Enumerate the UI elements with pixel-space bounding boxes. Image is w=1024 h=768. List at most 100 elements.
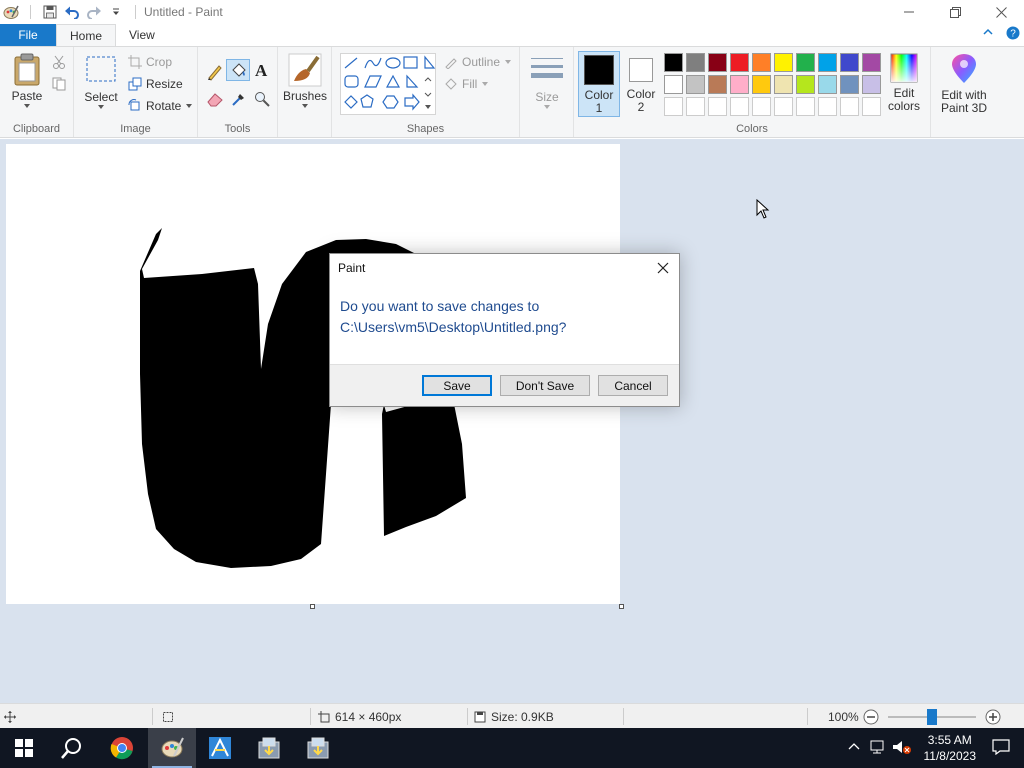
custom-color-slot[interactable] <box>840 97 859 116</box>
palette-color-swatch[interactable] <box>708 75 727 94</box>
edit-colors-label-line2: colors <box>887 99 920 113</box>
palette-color-swatch[interactable] <box>686 75 705 94</box>
tab-view[interactable]: View <box>116 24 168 46</box>
dropdown-arrow-icon <box>302 104 308 108</box>
edit-with-paint3d-button[interactable]: Edit with Paint 3D <box>935 53 993 115</box>
palette-color-swatch[interactable] <box>664 53 683 72</box>
palette-color-swatch[interactable] <box>774 53 793 72</box>
dropdown-arrow-icon <box>24 104 30 108</box>
redo-icon[interactable] <box>83 1 105 23</box>
edit-colors-button[interactable]: Edit colors <box>884 53 924 113</box>
search-button[interactable] <box>48 728 96 768</box>
color2-button[interactable]: Color 2 <box>622 54 660 114</box>
resize-button[interactable]: Resize <box>128 77 183 91</box>
tab-file[interactable]: File <box>0 24 56 46</box>
save-icon[interactable] <box>39 1 61 23</box>
custom-color-slot[interactable] <box>708 97 727 116</box>
start-button[interactable] <box>0 728 48 768</box>
paint-taskbar-button[interactable] <box>148 728 196 768</box>
app-taskbar-button-2[interactable] <box>245 728 293 768</box>
canvas-workspace[interactable] <box>0 139 1024 703</box>
window-title: Untitled - Paint <box>144 5 223 19</box>
palette-color-swatch[interactable] <box>862 75 881 94</box>
paste-button[interactable]: Paste <box>8 53 46 109</box>
palette-color-swatch[interactable] <box>752 53 771 72</box>
palette-color-swatch[interactable] <box>796 75 815 94</box>
volume-muted-icon[interactable] <box>892 739 912 758</box>
palette-color-swatch[interactable] <box>818 53 837 72</box>
custom-color-slot[interactable] <box>796 97 815 116</box>
clock[interactable]: 3:55 AM 11/8/2023 <box>916 732 985 764</box>
crop-button[interactable]: Crop <box>128 55 172 69</box>
custom-color-slot[interactable] <box>818 97 837 116</box>
color1-button[interactable]: Color 1 <box>578 51 620 117</box>
resize-handle-corner[interactable] <box>619 604 624 609</box>
palette-color-swatch[interactable] <box>664 75 683 94</box>
palette-color-swatch[interactable] <box>708 53 727 72</box>
tab-home[interactable]: Home <box>56 24 117 46</box>
palette-color-swatch[interactable] <box>862 53 881 72</box>
undo-icon[interactable] <box>61 1 83 23</box>
save-button[interactable]: Save <box>422 375 492 396</box>
dont-save-button[interactable]: Don't Save <box>500 375 590 396</box>
palette-color-swatch[interactable] <box>840 75 859 94</box>
minimize-button[interactable] <box>886 0 932 24</box>
palette-color-swatch[interactable] <box>686 53 705 72</box>
custom-color-slot[interactable] <box>752 97 771 116</box>
shapes-group-label: Shapes <box>406 123 445 135</box>
select-button[interactable]: Select <box>82 55 120 110</box>
palette-color-swatch[interactable] <box>840 53 859 72</box>
dialog-close-button[interactable] <box>653 259 673 277</box>
color-picker-icon[interactable] <box>230 91 246 110</box>
copy-icon[interactable] <box>52 77 66 94</box>
network-icon[interactable] <box>870 740 886 757</box>
eraser-icon[interactable] <box>206 91 224 110</box>
custom-color-slot[interactable] <box>730 97 749 116</box>
color2-label-line2: 2 <box>637 100 645 114</box>
zoom-out-button[interactable] <box>863 704 879 729</box>
custom-color-slot[interactable] <box>686 97 705 116</box>
palette-color-swatch[interactable] <box>730 53 749 72</box>
zoom-slider[interactable] <box>888 704 976 729</box>
brush-icon <box>288 53 322 87</box>
shapes-gallery[interactable] <box>340 53 436 115</box>
palette-color-swatch[interactable] <box>818 75 837 94</box>
custom-color-slot[interactable] <box>862 97 881 116</box>
text-tool-icon[interactable]: A <box>254 61 270 82</box>
maximize-button[interactable] <box>932 0 978 24</box>
dropdown-arrow-icon <box>505 60 512 64</box>
chrome-taskbar-button[interactable] <box>98 728 146 768</box>
zoom-in-button[interactable] <box>985 704 1001 729</box>
outline-button[interactable]: Outline <box>444 55 512 69</box>
resize-handle-bottom[interactable] <box>310 604 315 609</box>
app-taskbar-button-3[interactable] <box>294 728 342 768</box>
title-bar: Untitled - Paint <box>0 0 1024 24</box>
zoom-slider-thumb[interactable] <box>927 708 937 725</box>
collapse-ribbon-icon[interactable] <box>982 26 994 43</box>
brushes-button[interactable]: Brushes <box>283 53 327 109</box>
help-icon[interactable]: ? <box>1006 26 1020 43</box>
fill-bucket-icon[interactable] <box>226 59 250 81</box>
palette-color-swatch[interactable] <box>752 75 771 94</box>
custom-color-slot[interactable] <box>774 97 793 116</box>
pencil-icon[interactable] <box>206 63 224 84</box>
custom-color-slot[interactable] <box>664 97 683 116</box>
customize-qat-icon[interactable] <box>105 1 127 23</box>
resize-icon <box>128 77 142 91</box>
app-taskbar-button-1[interactable] <box>196 728 244 768</box>
palette-color-swatch[interactable] <box>730 75 749 94</box>
cancel-button[interactable]: Cancel <box>598 375 668 396</box>
cut-icon[interactable] <box>52 55 66 72</box>
fill-label: Fill <box>462 77 478 91</box>
size-button[interactable]: Size <box>528 55 566 110</box>
fill-button[interactable]: Fill <box>444 77 489 91</box>
shapes-scroll-icon[interactable] <box>424 77 432 116</box>
palette-color-swatch[interactable] <box>796 53 815 72</box>
magnifier-icon[interactable] <box>254 91 270 110</box>
rotate-button[interactable]: Rotate <box>128 99 193 113</box>
show-hidden-icons-icon[interactable] <box>848 741 860 756</box>
palette-color-swatch[interactable] <box>774 75 793 94</box>
close-window-button[interactable] <box>978 0 1024 24</box>
notifications-icon[interactable] <box>992 738 1010 758</box>
paint-app-icon[interactable] <box>0 1 22 23</box>
